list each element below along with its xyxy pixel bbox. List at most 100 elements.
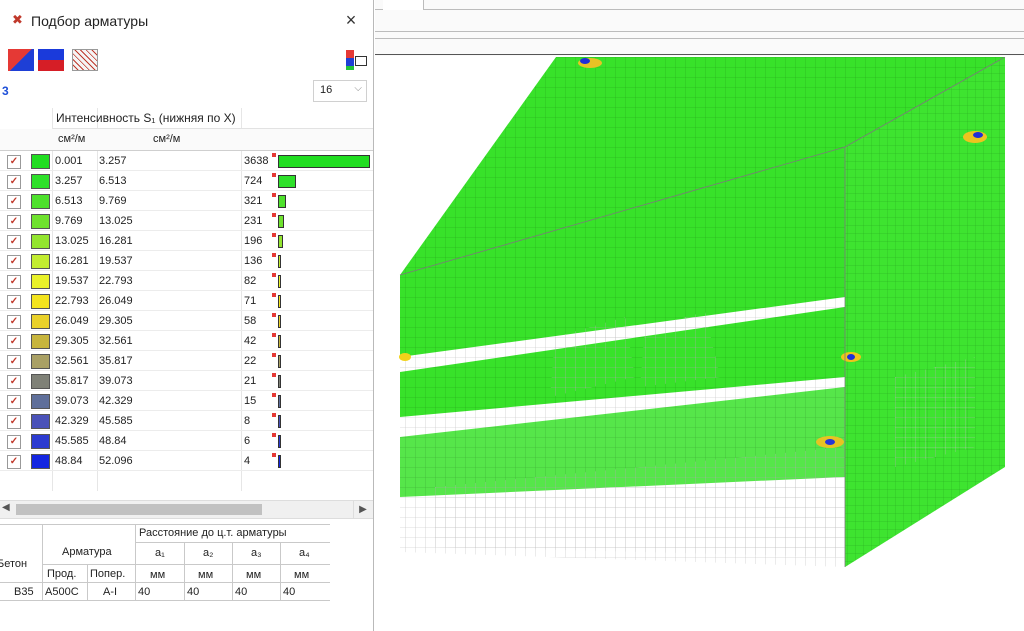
a3-value[interactable]: 40 [235, 586, 247, 598]
horizontal-scrollbar[interactable]: ◀ ▶ [0, 500, 373, 519]
range-color-swatch[interactable] [31, 174, 50, 189]
range-checkbox[interactable]: ✓ [7, 255, 21, 269]
scroll-thumb[interactable] [16, 504, 262, 515]
stress-spot [825, 439, 835, 445]
count-marker [272, 453, 276, 457]
histogram-bar [278, 275, 281, 288]
range-from: 32.561 [55, 355, 89, 367]
histogram-bar [278, 175, 296, 188]
range-checkbox[interactable]: ✓ [7, 195, 21, 209]
range-color-swatch[interactable] [31, 294, 50, 309]
table-row[interactable]: ✓ 3.257 6.513 724 [0, 172, 373, 191]
table-row[interactable]: ✓ 16.281 19.537 136 [0, 252, 373, 271]
view-tab[interactable] [383, 0, 424, 10]
beton-header: Бетон [0, 558, 28, 570]
table-row[interactable]: ✓ 19.537 22.793 82 [0, 272, 373, 291]
range-color-swatch[interactable] [31, 314, 50, 329]
poper-value[interactable]: А-I [103, 586, 117, 598]
range-color-swatch[interactable] [31, 154, 50, 169]
range-color-swatch[interactable] [31, 274, 50, 289]
range-checkbox[interactable]: ✓ [7, 235, 21, 249]
range-color-swatch[interactable] [31, 434, 50, 449]
table-row[interactable]: ✓ 45.585 48.84 6 [0, 432, 373, 451]
palette-settings-icon[interactable] [346, 50, 367, 70]
table-header: Интенсивность S₁ (нижняя по X) [53, 108, 373, 129]
range-checkbox[interactable]: ✓ [7, 455, 21, 469]
range-checkbox[interactable]: ✓ [7, 315, 21, 329]
count-marker [272, 253, 276, 257]
range-color-swatch[interactable] [31, 374, 50, 389]
table-row[interactable]: ✓ 42.329 45.585 8 [0, 412, 373, 431]
range-to: 3.257 [99, 155, 127, 167]
range-color-swatch[interactable] [31, 334, 50, 349]
hatch-toggle-icon[interactable] [72, 49, 98, 71]
table-row[interactable]: ✓ 39.073 42.329 15 [0, 392, 373, 411]
table-row[interactable]: ✓ 22.793 26.049 71 [0, 292, 373, 311]
range-color-swatch[interactable] [31, 194, 50, 209]
table-row[interactable]: ✓ 26.049 29.305 58 [0, 312, 373, 331]
scroll-right-icon[interactable]: ▶ [353, 501, 372, 518]
range-checkbox[interactable]: ✓ [7, 295, 21, 309]
ranges-count-select[interactable]: 16 ⌵ [313, 80, 367, 102]
unit-from: см²/м [58, 133, 86, 145]
range-color-swatch[interactable] [31, 414, 50, 429]
count-marker [272, 193, 276, 197]
table-row[interactable]: ✓ 6.513 9.769 321 [0, 192, 373, 211]
a1-value[interactable]: 40 [138, 586, 150, 598]
range-from: 45.585 [55, 435, 89, 447]
stress-spot [847, 354, 855, 360]
range-checkbox[interactable]: ✓ [7, 435, 21, 449]
palette-swap-icon[interactable] [38, 49, 64, 71]
table-row[interactable]: ✓ 13.025 16.281 196 [0, 232, 373, 251]
range-to: 29.305 [99, 315, 133, 327]
range-checkbox[interactable]: ✓ [7, 335, 21, 349]
table-row[interactable]: ✓ 29.305 32.561 42 [0, 332, 373, 351]
table-row[interactable]: ✓ 32.561 35.817 22 [0, 352, 373, 371]
close-button[interactable]: × [341, 9, 361, 31]
range-color-swatch[interactable] [31, 394, 50, 409]
a2-value[interactable]: 40 [187, 586, 199, 598]
range-checkbox[interactable]: ✓ [7, 375, 21, 389]
range-checkbox[interactable]: ✓ [7, 355, 21, 369]
range-checkbox[interactable]: ✓ [7, 155, 21, 169]
a4-unit: мм [294, 569, 310, 581]
range-from: 22.793 [55, 295, 89, 307]
range-checkbox[interactable]: ✓ [7, 275, 21, 289]
range-checkbox[interactable]: ✓ [7, 175, 21, 189]
range-from: 48.84 [55, 455, 83, 467]
beton-value[interactable]: В35 [14, 586, 34, 598]
3d-model-view[interactable] [375, 57, 1024, 631]
table-row[interactable]: ✓ 35.817 39.073 21 [0, 372, 373, 391]
scroll-left-icon[interactable]: ◀ [2, 502, 10, 513]
table-row[interactable]: ✓ 48.84 52.096 4 [0, 452, 373, 471]
table-row[interactable]: ✓ 9.769 13.025 231 [0, 212, 373, 231]
range-color-swatch[interactable] [31, 254, 50, 269]
element-count: 15 [244, 395, 257, 407]
range-checkbox[interactable]: ✓ [7, 395, 21, 409]
a2-unit: мм [198, 569, 214, 581]
a4-value[interactable]: 40 [283, 586, 295, 598]
table-header-label: Интенсивность S₁ (нижняя по X) [56, 111, 236, 125]
range-color-swatch[interactable] [31, 234, 50, 249]
rebar-params-table: Бетон Арматура Расстояние до ц.т. армату… [0, 524, 330, 604]
range-checkbox[interactable]: ✓ [7, 215, 21, 229]
histogram-bar [278, 255, 281, 268]
histogram-bar [278, 215, 284, 228]
range-checkbox[interactable]: ✓ [7, 415, 21, 429]
range-to: 52.096 [99, 455, 133, 467]
range-color-swatch[interactable] [31, 454, 50, 469]
range-color-swatch[interactable] [31, 354, 50, 369]
range-to: 48.84 [99, 435, 127, 447]
range-to: 42.329 [99, 395, 133, 407]
histogram-bar [278, 455, 281, 468]
element-count: 82 [244, 275, 257, 287]
rebar-app-icon: ✖ [12, 12, 23, 27]
table-row[interactable]: ✓ 0.001 3.257 3638 [0, 152, 373, 171]
prod-header: Прод. [47, 568, 77, 580]
count-marker [272, 273, 276, 277]
count-marker [272, 213, 276, 217]
color-scale-icon[interactable] [8, 49, 34, 71]
range-color-swatch[interactable] [31, 214, 50, 229]
range-to: 16.281 [99, 235, 133, 247]
prod-value[interactable]: А500С [45, 586, 79, 598]
